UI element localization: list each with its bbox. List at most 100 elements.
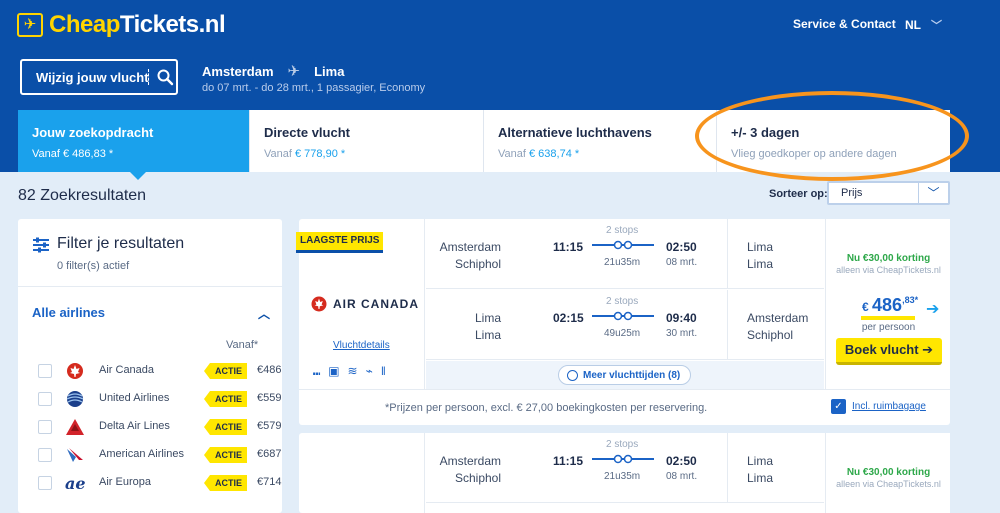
stops-count: 2 stops: [606, 296, 639, 307]
logo[interactable]: ✈ CheapTickets.nl: [17, 11, 226, 39]
discount-label: Nu €30,00 korting: [846, 467, 931, 478]
clock-icon: [567, 369, 578, 381]
airline-filter-row[interactable]: Air Canada ACTIE €486: [38, 361, 281, 381]
vanaf-label: Vanaf*: [226, 339, 259, 351]
checkbox[interactable]: [38, 476, 52, 490]
arrival-time: 02:50: [666, 240, 697, 254]
airline-filter-row[interactable]: American Airlines ACTIE €687: [38, 445, 281, 465]
departure-time: 02:15: [553, 311, 584, 325]
airlines-section-title[interactable]: Alle airlines: [32, 305, 105, 320]
airline-name: Delta Air Lines: [99, 420, 170, 432]
origin-city: Amsterdam: [202, 63, 274, 79]
flight-duration: 21u35m: [604, 471, 641, 482]
airline-column: LAAGSTE PRIJS AIR CANADA Vluchtdetails ⑉…: [296, 219, 425, 389]
triangle-logo-icon: [66, 419, 84, 435]
wifi-icon: ≋: [347, 364, 358, 378]
airline-column: [299, 433, 425, 513]
departure-airport-name: Lima: [474, 328, 501, 342]
airline-name: United Airlines: [99, 392, 170, 404]
arrival-time: 09:40: [666, 311, 697, 325]
flight-details-link[interactable]: Vluchtdetails: [333, 340, 390, 351]
airline-price: €579: [257, 420, 282, 432]
checkbox[interactable]: [38, 392, 52, 406]
globe-icon: [66, 391, 84, 407]
airline-name: AIR CANADA: [333, 297, 419, 311]
tab-jouw-zoekopdracht[interactable]: Jouw zoekopdracht Vanaf € 486,83 *: [18, 110, 250, 180]
screen-icon: ▣: [328, 364, 340, 378]
arrival-airport-name: Lima: [747, 257, 774, 271]
arrow-right-icon[interactable]: ➔: [926, 299, 939, 319]
destination-city: Lima: [314, 63, 345, 79]
departure-airport-name: Schiphol: [454, 471, 501, 485]
airline-logo: AIR CANADA: [311, 296, 419, 312]
outbound-leg[interactable]: Amsterdam Schiphol 11:15 2 stops 21u35m 0…: [426, 433, 824, 503]
return-leg[interactable]: Lima Lima 02:15 2 stops 49u25m 09:40 30 m…: [426, 290, 824, 360]
promo-tag: ACTIE: [204, 447, 247, 463]
promo-tag: ACTIE: [204, 475, 247, 491]
tab-directe-vlucht[interactable]: Directe vlucht Vanaf € 778,90 *: [250, 110, 484, 172]
filter-header: Filter je resultaten 0 filter(s) actief: [18, 219, 282, 287]
arrival-date: 08 mrt.: [666, 471, 698, 482]
airline-name: Air Canada: [99, 364, 155, 376]
tab-price-prefix: Vanaf: [32, 148, 63, 160]
divider: [727, 219, 728, 289]
arrival-airport: Amsterdam Schiphol: [747, 310, 808, 344]
checkbox[interactable]: [38, 364, 52, 378]
flight-result-card: Amsterdam Schiphol 11:15 2 stops 21u35m 0…: [299, 433, 950, 513]
sliders-icon: [33, 237, 49, 253]
sort-label: Sorteer op:: [769, 188, 828, 200]
baggage-info[interactable]: ✓ Incl. ruimbagage: [831, 399, 926, 414]
arrival-city: Lima: [747, 240, 774, 254]
divider: [148, 69, 149, 85]
tab-price: € 486,83 *: [63, 148, 114, 160]
meal-icon: ǁ: [380, 364, 386, 378]
airline-filter-row[interactable]: Delta Air Lines ACTIE €579: [38, 417, 282, 437]
per-person-label: per persoon: [861, 322, 916, 333]
divider: [727, 290, 728, 360]
service-contact-link[interactable]: Service & Contact: [793, 17, 896, 31]
arrival-city: Amsterdam: [747, 311, 809, 325]
departure-time: 11:15: [553, 240, 584, 254]
arrival-airport-name: Schiphol: [747, 328, 794, 342]
baggage-link[interactable]: Incl. ruimbagage: [852, 401, 926, 412]
language-selector[interactable]: NL ﹀: [905, 17, 942, 33]
tab-subtitle: Vanaf € 638,74 *: [498, 148, 716, 160]
chevron-down-icon[interactable]: ﹀: [918, 183, 948, 203]
card-footer: *Prijzen per persoon, excl. € 27,00 boek…: [299, 389, 950, 425]
tab-title: Alternatieve luchthavens: [498, 125, 652, 140]
price-currency: €: [862, 300, 873, 314]
modify-flight-button[interactable]: Wijzig jouw vlucht: [20, 59, 178, 95]
chevron-up-icon[interactable]: ︿: [258, 305, 270, 322]
tab-alternatieve-luchthavens[interactable]: Alternatieve luchthavens Vanaf € 638,74 …: [484, 110, 717, 172]
airline-filter-row[interactable]: ae Air Europa ACTIE €714: [38, 473, 281, 493]
amenities: ⑉ ▣ ≋ ⌁ ǁ: [313, 364, 386, 378]
airline-filter-row[interactable]: United Airlines ACTIE €559: [38, 389, 281, 409]
discount-note: alleen via CheapTickets.nl: [836, 479, 941, 489]
price-underline: [861, 316, 915, 320]
price-amount: 486: [872, 295, 903, 315]
logo-text: CheapTickets.nl: [49, 11, 226, 39]
promo-tag: ACTIE: [204, 391, 247, 407]
arrival-airport: Lima Lima: [747, 453, 773, 487]
stops-line: [592, 454, 654, 464]
book-flight-button[interactable]: Boek vlucht ➔: [836, 338, 942, 365]
sort-select[interactable]: Prijs ﹀: [827, 181, 950, 205]
checkbox[interactable]: [38, 448, 52, 462]
departure-city: Lima: [474, 311, 501, 325]
more-flight-times-button[interactable]: Meer vluchttijden (8): [558, 365, 692, 385]
sort-value: Prijs: [841, 187, 863, 199]
tab-title: Directe vlucht: [264, 125, 350, 140]
divider: [727, 433, 728, 503]
arrival-city: Lima: [747, 454, 774, 468]
price: € 486,83*: [862, 295, 918, 316]
route-summary: Amsterdam ✈ Lima: [202, 62, 344, 80]
tab-subtitle: Vanaf € 778,90 *: [264, 148, 483, 160]
discount-label: Nu €30,00 korting: [846, 253, 931, 264]
ae-logo-icon: ae: [65, 474, 86, 492]
lowest-price-badge: LAAGSTE PRIJS: [296, 232, 384, 253]
promo-tag: ACTIE: [204, 419, 247, 435]
stops-count: 2 stops: [606, 225, 639, 236]
checkbox[interactable]: [38, 420, 52, 434]
tab-price-prefix: Vanaf: [498, 148, 529, 160]
outbound-leg[interactable]: Amsterdam Schiphol 11:15 2 stops 21u35m 0…: [426, 219, 824, 289]
